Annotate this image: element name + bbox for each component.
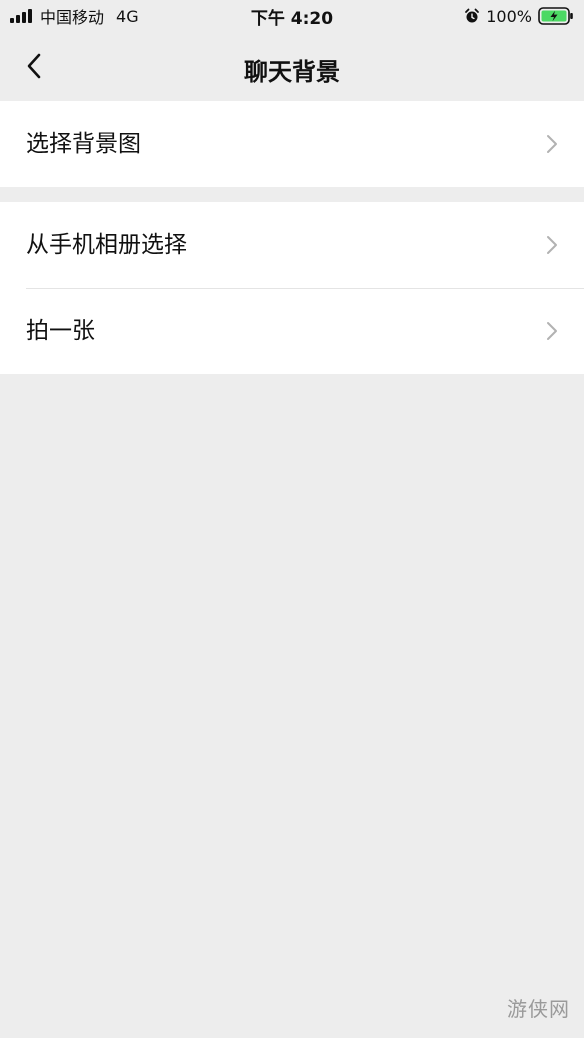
status-right: 100% [464,5,574,27]
choose-from-album-item[interactable]: 从手机相册选择 [0,202,584,289]
list-item-label: 选择背景图 [26,131,141,157]
status-bar: 中国移动 4G 下午 4:20 100% [0,0,584,32]
watermark: 游侠网 [507,997,570,1021]
settings-group-2: 从手机相册选择 拍一张 [0,202,584,374]
chevron-right-icon [547,322,557,340]
settings-group-1: 选择背景图 [0,101,584,187]
navigation-bar: 聊天背景 [0,32,584,100]
list-item-label: 拍一张 [26,318,95,344]
chevron-right-icon [547,135,557,153]
battery-percent: 100% [486,6,532,26]
alarm-icon [465,8,480,23]
battery-charging-icon [538,7,573,25]
page-title: 聊天背景 [244,58,340,86]
list-item-label: 从手机相册选择 [26,232,187,258]
select-background-item[interactable]: 选择背景图 [0,101,584,187]
take-photo-item[interactable]: 拍一张 [0,288,584,374]
chevron-right-icon [547,236,557,254]
